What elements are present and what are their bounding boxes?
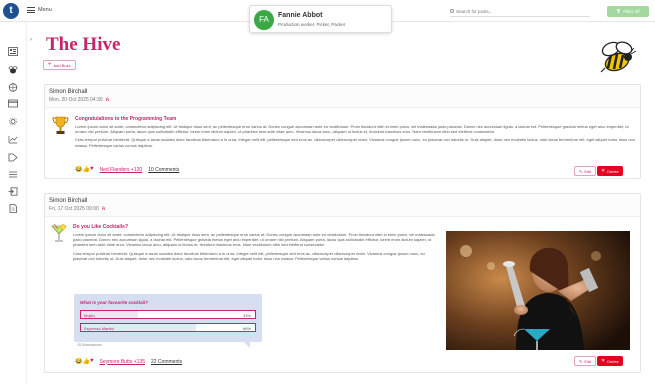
post-date: Mon, 20 Oct 2025 04:30 bbox=[49, 97, 103, 103]
poll-option-percent: 66% bbox=[242, 326, 251, 331]
trophy-icon bbox=[52, 116, 69, 134]
search-box[interactable] bbox=[450, 7, 590, 17]
post-header: Simon Birchall Mon, 20 Oct 2025 04:30 ጰ bbox=[45, 85, 640, 108]
poll-option[interactable]: Espresso Martini 66% bbox=[80, 323, 256, 332]
post-author: Simon Birchall bbox=[49, 198, 88, 204]
search-icon bbox=[450, 9, 454, 13]
thumbs-up-emoji-icon: 👍 bbox=[82, 167, 90, 173]
filter-label: Filter off bbox=[623, 9, 640, 14]
user-card[interactable]: FA Fannie Abbot Production worker, Picke… bbox=[249, 5, 392, 33]
laugh-emoji-icon: 😂 bbox=[75, 167, 83, 173]
heart-emoji-icon: ♥ bbox=[89, 358, 94, 364]
add-buzz-label: Add Buzz bbox=[53, 62, 71, 68]
post-date-row: Fri, 17 Oct 2025 09:00 ጰ bbox=[49, 206, 105, 213]
edit-button[interactable]: ✎ Edit bbox=[574, 356, 597, 366]
post-author: Simon Birchall bbox=[49, 89, 88, 95]
hamburger-icon bbox=[27, 7, 35, 13]
poll-option[interactable]: Mojito 33% bbox=[80, 310, 256, 319]
poll-option-label: Mojito bbox=[84, 313, 95, 318]
comments-link[interactable]: 10 Comments bbox=[148, 167, 179, 173]
post-content: Congratulations to the Programming Team … bbox=[75, 116, 635, 148]
poll-option-percent: 33% bbox=[242, 313, 251, 318]
reaction-emojis[interactable]: 😂 👍 ♥ bbox=[75, 166, 94, 173]
add-buzz-button[interactable]: + Add Buzz bbox=[43, 60, 76, 70]
exit-icon[interactable] bbox=[7, 187, 18, 196]
gear-icon[interactable] bbox=[7, 117, 18, 126]
reaction-emojis[interactable]: 😂 👍 ♥ bbox=[75, 358, 94, 365]
bee-logo-icon bbox=[600, 41, 637, 73]
menu-button[interactable]: Menu bbox=[27, 7, 52, 13]
post-content: Do you Like Cocktails? Lorem ipsum dolor… bbox=[73, 224, 439, 261]
globe-icon[interactable] bbox=[7, 83, 18, 92]
document-icon[interactable] bbox=[7, 204, 18, 213]
reactions-row: 😂 👍 ♥ Ned Flanders +120 10 Comments bbox=[75, 166, 179, 173]
bartender-image bbox=[446, 231, 630, 350]
post-paragraph: Lorem ipsum dolor sit amet, consectetur … bbox=[73, 232, 435, 248]
comments-link[interactable]: 22 Comments bbox=[151, 359, 182, 365]
grid-icon[interactable] bbox=[7, 47, 18, 56]
app-logo[interactable]: t bbox=[3, 3, 19, 19]
cocktail-photo bbox=[446, 231, 630, 350]
close-icon: ✕ bbox=[601, 168, 606, 174]
card-icon[interactable] bbox=[7, 99, 18, 108]
delete-label: Delete bbox=[607, 358, 619, 364]
filter-icon bbox=[616, 9, 621, 14]
post-paragraph: Lorem ipsum dolor sit amet, consectetur … bbox=[75, 124, 629, 135]
reactions-row: 😂 👍 ♥ Seymore Butts +135 22 Comments bbox=[75, 358, 182, 365]
post-card: Simon Birchall Fri, 17 Oct 2025 09:00 ጰ D… bbox=[44, 193, 641, 373]
menu-label: Menu bbox=[38, 7, 52, 13]
edit-button[interactable]: ✎ Edit bbox=[574, 166, 597, 176]
thumbs-up-emoji-icon: 👍 bbox=[82, 359, 90, 365]
tag-icon[interactable] bbox=[7, 153, 18, 162]
delete-button[interactable]: ✕ Delete bbox=[597, 356, 623, 366]
collapse-chevron-icon[interactable]: › bbox=[30, 37, 32, 43]
laugh-emoji-icon: 😂 bbox=[75, 359, 83, 365]
post-card: Simon Birchall Mon, 20 Oct 2025 04:30 ጰ C… bbox=[44, 84, 641, 179]
megaphone-icon: ጰ bbox=[105, 97, 110, 103]
page-title: The Hive bbox=[46, 34, 121, 55]
reactors-link[interactable]: Seymore Butts +135 bbox=[100, 359, 145, 365]
post-date-row: Mon, 20 Oct 2025 04:30 ጰ bbox=[49, 97, 109, 104]
filter-button[interactable]: Filter off bbox=[607, 6, 649, 17]
bee-icon[interactable] bbox=[7, 66, 18, 75]
post-paragraph: Cras tempor pulvinar hendrerit. Quisque … bbox=[75, 137, 635, 148]
megaphone-icon: ጰ bbox=[101, 206, 106, 212]
post-title: Do you Like Cocktails? bbox=[73, 224, 129, 230]
post-date: Fri, 17 Oct 2025 09:00 bbox=[49, 206, 99, 212]
poll-submissions: 15 Submissions bbox=[77, 343, 102, 347]
poll-card: What is your favourite cocktail? Mojito … bbox=[74, 294, 262, 348]
post-header: Simon Birchall Fri, 17 Oct 2025 09:00 ጰ bbox=[45, 194, 640, 217]
reactors-link[interactable]: Ned Flanders +120 bbox=[100, 167, 143, 173]
edit-icon: ✎ bbox=[579, 358, 583, 364]
user-role: Production worker, Picker, Packer bbox=[278, 22, 346, 27]
poll-question: What is your favourite cocktail? bbox=[80, 300, 149, 305]
edit-label: Edit bbox=[584, 168, 592, 174]
delete-label: Delete bbox=[607, 168, 619, 174]
heart-emoji-icon: ♥ bbox=[89, 166, 94, 172]
edit-icon: ✎ bbox=[579, 168, 583, 174]
plus-icon: + bbox=[48, 62, 52, 68]
avatar: FA bbox=[254, 10, 274, 30]
edit-label: Edit bbox=[584, 358, 592, 364]
post-paragraph: Cras tempor pulvinar hendrerit. Quisque … bbox=[73, 250, 425, 261]
search-input[interactable] bbox=[450, 7, 590, 16]
poll-option-label: Espresso Martini bbox=[84, 326, 114, 331]
close-icon: ✕ bbox=[601, 358, 606, 364]
delete-button[interactable]: ✕ Delete bbox=[597, 166, 623, 176]
cocktail-icon bbox=[51, 224, 67, 242]
sidebar bbox=[0, 22, 27, 384]
user-name: Fannie Abbot bbox=[278, 12, 323, 19]
chart-icon[interactable] bbox=[7, 135, 18, 144]
list-icon[interactable] bbox=[7, 170, 18, 179]
post-title: Congratulations to the Programming Team bbox=[75, 116, 177, 122]
